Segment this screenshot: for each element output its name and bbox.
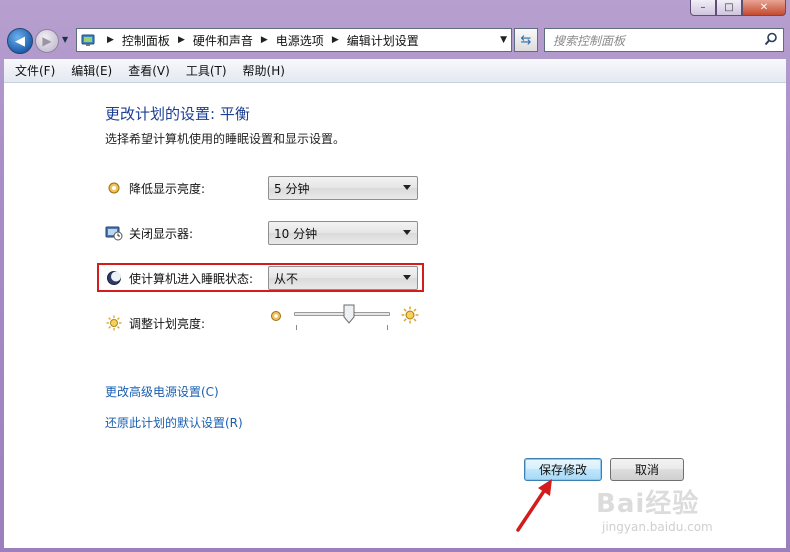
slider-tick bbox=[296, 325, 297, 330]
breadcrumb-separator[interactable]: ▶ bbox=[261, 35, 268, 45]
slider-tick bbox=[387, 325, 388, 330]
baidu-watermark: Bai经验 jingyan.baidu.com bbox=[596, 483, 713, 534]
dim-display-row: 降低显示亮度: bbox=[105, 176, 205, 200]
breadcrumb-separator[interactable]: ▶ bbox=[107, 35, 114, 45]
cancel-button[interactable]: 取消 bbox=[610, 458, 684, 481]
navigation-bar: ◀ ▶ ▼ ▶ 控制面板 ▶ 硬件和声音 ▶ 电源选项 ▶ 编辑计划设置 ▼ ⇆… bbox=[0, 24, 790, 56]
chevron-down-icon bbox=[403, 230, 411, 235]
search-input[interactable]: 搜索控制面板 bbox=[544, 28, 784, 52]
dim-display-select[interactable]: 5 分钟 bbox=[268, 176, 418, 200]
back-button[interactable]: ◀ bbox=[7, 28, 33, 54]
chevron-down-icon bbox=[403, 275, 411, 280]
turn-off-display-select[interactable]: 10 分钟 bbox=[268, 221, 418, 245]
breadcrumb-separator[interactable]: ▶ bbox=[178, 35, 185, 45]
advanced-power-settings-link[interactable]: 更改高级电源设置(C) bbox=[105, 383, 219, 400]
brightness-row: 调整计划亮度: bbox=[105, 311, 205, 335]
brightness-slider-ticks bbox=[296, 325, 388, 330]
turn-off-display-row: 关闭显示器: bbox=[105, 221, 193, 245]
refresh-button[interactable]: ⇆ bbox=[514, 28, 538, 52]
menu-file[interactable]: 文件(F) bbox=[9, 62, 61, 79]
close-button[interactable]: ✕ bbox=[742, 0, 786, 16]
menu-tools[interactable]: 工具(T) bbox=[180, 62, 233, 79]
content-area: 更改计划的设置: 平衡 选择希望计算机使用的睡眠设置和显示设置。 降低显示亮度:… bbox=[4, 83, 786, 548]
sleep-row: 使计算机进入睡眠状态: bbox=[105, 266, 253, 290]
dim-brightness-icon bbox=[105, 179, 123, 197]
brightness-slider-thumb[interactable] bbox=[343, 304, 355, 324]
watermark-url: jingyan.baidu.com bbox=[602, 520, 713, 534]
breadcrumb-hardware-sound[interactable]: 硬件和声音 bbox=[193, 32, 253, 49]
address-bar[interactable]: ▶ 控制面板 ▶ 硬件和声音 ▶ 电源选项 ▶ 编辑计划设置 ▼ bbox=[76, 28, 512, 52]
forward-arrow-icon: ▶ bbox=[42, 34, 52, 48]
dim-display-value: 5 分钟 bbox=[274, 181, 310, 196]
breadcrumb-control-panel[interactable]: 控制面板 bbox=[122, 32, 170, 49]
window-title-bar: – □ ✕ bbox=[0, 0, 790, 22]
menu-help[interactable]: 帮助(H) bbox=[237, 62, 291, 79]
maximize-icon: □ bbox=[724, 2, 734, 13]
moon-sleep-icon bbox=[105, 269, 123, 287]
back-arrow-icon: ◀ bbox=[15, 33, 25, 49]
minimize-button[interactable]: – bbox=[690, 0, 716, 16]
chevron-down-icon bbox=[403, 185, 411, 190]
sleep-value: 从不 bbox=[274, 271, 299, 286]
turn-off-display-label: 关闭显示器: bbox=[129, 226, 194, 241]
brightness-label: 调整计划亮度: bbox=[129, 316, 206, 331]
dim-sun-icon bbox=[270, 310, 282, 325]
search-placeholder: 搜索控制面板 bbox=[553, 33, 626, 48]
address-dropdown-icon[interactable]: ▼ bbox=[500, 35, 507, 45]
annotation-arrow-icon bbox=[516, 479, 552, 532]
sleep-select[interactable]: 从不 bbox=[268, 266, 418, 290]
menu-edit[interactable]: 编辑(E) bbox=[65, 62, 118, 79]
control-panel-icon bbox=[77, 29, 99, 51]
breadcrumb-edit-plan[interactable]: 编辑计划设置 bbox=[347, 32, 419, 49]
page-title: 更改计划的设置: 平衡 bbox=[105, 105, 250, 123]
close-icon: ✕ bbox=[759, 2, 769, 13]
page-subtitle: 选择希望计算机使用的睡眠设置和显示设置。 bbox=[105, 132, 346, 146]
breadcrumb-separator[interactable]: ▶ bbox=[332, 35, 339, 45]
maximize-button[interactable]: □ bbox=[716, 0, 742, 16]
watermark-logo: Bai经验 bbox=[596, 489, 700, 519]
menu-bar: 文件(F) 编辑(E) 查看(V) 工具(T) 帮助(H) bbox=[4, 59, 786, 83]
refresh-icon: ⇆ bbox=[520, 32, 532, 48]
window-controls: – □ ✕ bbox=[690, 0, 786, 16]
search-icon[interactable] bbox=[764, 32, 778, 49]
turn-off-display-value: 10 分钟 bbox=[274, 226, 318, 241]
minimize-icon: – bbox=[700, 2, 706, 13]
restore-defaults-link[interactable]: 还原此计划的默认设置(R) bbox=[105, 414, 243, 431]
monitor-clock-icon bbox=[105, 224, 123, 242]
breadcrumb-power-options[interactable]: 电源选项 bbox=[276, 32, 324, 49]
sun-icon bbox=[105, 314, 123, 332]
dim-display-label: 降低显示亮度: bbox=[129, 181, 206, 196]
bright-sun-icon bbox=[401, 306, 419, 327]
menu-view[interactable]: 查看(V) bbox=[122, 62, 176, 79]
sleep-label: 使计算机进入睡眠状态: bbox=[129, 271, 254, 286]
recent-pages-dropdown[interactable]: ▼ bbox=[62, 35, 68, 44]
forward-button[interactable]: ▶ bbox=[35, 29, 59, 53]
